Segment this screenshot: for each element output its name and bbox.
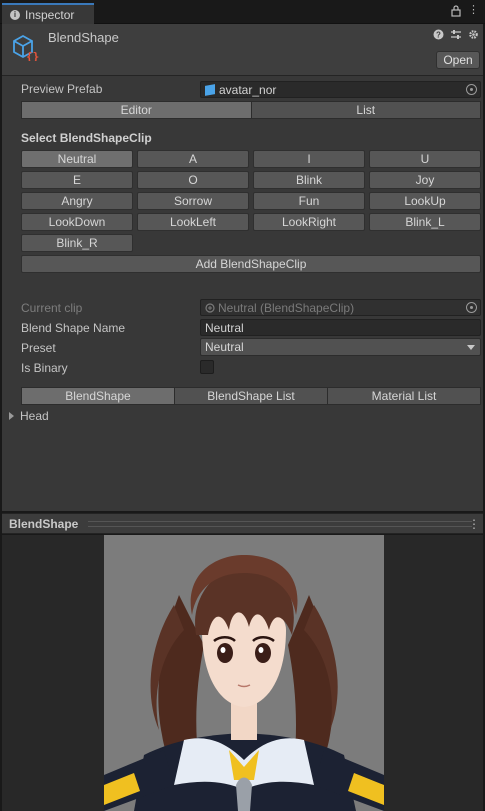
clip-button-fun[interactable]: Fun: [253, 192, 365, 210]
clip-button-a[interactable]: A: [137, 150, 249, 168]
inspector-panel: {} BlendShape ? Open Preview Prefab avat…: [2, 24, 483, 511]
preview-title: BlendShape: [9, 517, 79, 531]
preset-sliders-icon[interactable]: [450, 29, 462, 43]
clip-button-sorrow[interactable]: Sorrow: [137, 192, 249, 210]
blend-shape-name-input[interactable]: Neutral: [200, 319, 481, 336]
clip-button-joy[interactable]: Joy: [369, 171, 481, 189]
avatar-preview-image: [104, 535, 384, 811]
window-tab-bar: i Inspector ⋮: [0, 0, 485, 24]
tab-blendshape[interactable]: BlendShape: [21, 387, 175, 405]
avatar-preview-viewport[interactable]: [104, 535, 384, 811]
is-binary-label: Is Binary: [21, 361, 68, 375]
clip-button-blink[interactable]: Blink: [253, 171, 365, 189]
clip-button-u[interactable]: U: [369, 150, 481, 168]
tab-inspector[interactable]: i Inspector: [2, 3, 94, 24]
preview-prefab-label: Preview Prefab: [21, 82, 103, 96]
clip-button-blink-r[interactable]: Blink_R: [21, 234, 133, 252]
dropdown-arrow-icon: [467, 345, 475, 350]
content-toolbar: BlendShape BlendShape List Material List: [21, 387, 481, 405]
mode-toolbar: Editor List: [21, 101, 481, 119]
info-icon: i: [10, 9, 20, 20]
add-blendshapeclip-button[interactable]: Add BlendShapeClip: [21, 255, 481, 273]
lock-icon[interactable]: [451, 5, 461, 20]
clip-button-i[interactable]: I: [253, 150, 365, 168]
svg-text:{}: {}: [26, 50, 39, 61]
component-header: {} BlendShape ? Open: [2, 24, 483, 76]
current-clip-label: Current clip: [21, 301, 83, 315]
component-title: BlendShape: [48, 30, 119, 45]
clip-button-blink-l[interactable]: Blink_L: [369, 213, 481, 231]
open-button[interactable]: Open: [436, 51, 480, 69]
tab-list[interactable]: List: [251, 101, 481, 119]
clip-button-lookright[interactable]: LookRight: [253, 213, 365, 231]
tab-inspector-label: Inspector: [25, 7, 75, 22]
object-picker-icon[interactable]: [466, 84, 477, 95]
foldout-head[interactable]: Head: [9, 409, 49, 423]
preview-prefab-field[interactable]: avatar_nor: [200, 81, 481, 98]
clip-button-e[interactable]: E: [21, 171, 133, 189]
preview-area: [2, 535, 483, 811]
clip-button-lookup[interactable]: LookUp: [369, 192, 481, 210]
blendshape-cube-icon: {}: [13, 34, 39, 61]
clip-button-o[interactable]: O: [137, 171, 249, 189]
tab-editor[interactable]: Editor: [21, 101, 252, 119]
clip-button-lookdown[interactable]: LookDown: [21, 213, 133, 231]
kebab-menu-icon[interactable]: ⋮: [468, 3, 479, 16]
current-clip-field: Neutral (BlendShapeClip): [200, 299, 481, 316]
clip-button-grid: Neutral A I U E O Blink Joy Angry Sorrow…: [21, 150, 483, 252]
settings-gear-icon[interactable]: [468, 29, 479, 43]
tab-blendshape-list[interactable]: BlendShape List: [175, 387, 328, 405]
blend-shape-name-label: Blend Shape Name: [21, 321, 126, 335]
preset-value: Neutral: [205, 340, 244, 354]
clip-button-neutral[interactable]: Neutral: [21, 150, 133, 168]
tab-material-list[interactable]: Material List: [328, 387, 481, 405]
svg-text:?: ?: [436, 31, 441, 40]
preset-label: Preset: [21, 341, 56, 355]
preview-header[interactable]: BlendShape ⋮: [2, 513, 483, 534]
foldout-arrow-icon: [9, 412, 14, 420]
scriptable-object-icon: [205, 302, 215, 313]
resize-grip[interactable]: [88, 521, 472, 527]
clip-button-angry[interactable]: Angry: [21, 192, 133, 210]
object-picker-icon[interactable]: [466, 302, 477, 313]
preset-dropdown[interactable]: Neutral: [200, 338, 481, 356]
is-binary-checkbox[interactable]: [200, 360, 214, 374]
select-clip-heading: Select BlendShapeClip: [21, 131, 152, 145]
help-icon[interactable]: ?: [433, 29, 444, 43]
kebab-menu-icon[interactable]: ⋮: [468, 517, 480, 531]
preview-prefab-value: avatar_nor: [219, 82, 277, 97]
foldout-head-label: Head: [20, 409, 49, 423]
clip-button-lookleft[interactable]: LookLeft: [137, 213, 249, 231]
prefab-icon: [205, 83, 215, 96]
current-clip-value: Neutral (BlendShapeClip): [218, 300, 355, 315]
